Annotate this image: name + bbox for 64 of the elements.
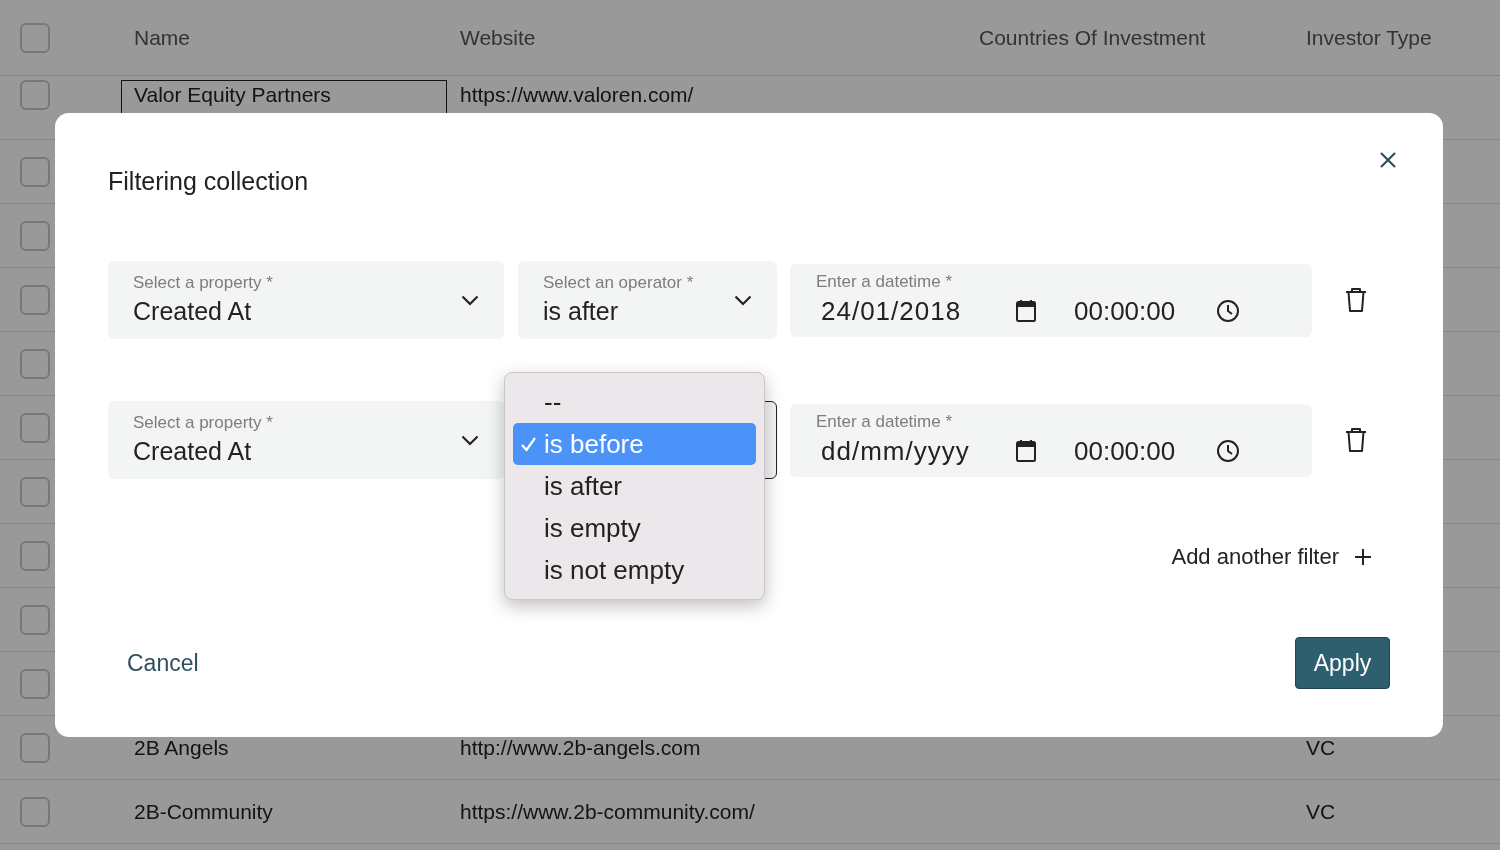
checkbox[interactable] xyxy=(20,220,50,251)
clock-icon[interactable] xyxy=(1216,299,1240,323)
chevron-down-icon xyxy=(461,294,479,306)
field-label: Enter a datetime * xyxy=(816,271,954,293)
plus-icon xyxy=(1354,547,1372,566)
table-cell-text: 2B Angels xyxy=(134,734,229,761)
add-filter-button[interactable]: Add another filter xyxy=(1171,540,1372,573)
calendar-icon[interactable] xyxy=(1015,439,1037,463)
table-cell: VC xyxy=(1306,799,1336,823)
field-label: Select a property * xyxy=(133,412,273,434)
checkbox[interactable] xyxy=(20,796,50,827)
option-label: is empty xyxy=(544,511,641,545)
dialog-title: Filtering collection xyxy=(108,166,309,197)
select-value: Created At xyxy=(133,296,253,327)
datetime-field[interactable]: Enter a datetime * dd/mm/yyyy 00:00:00 xyxy=(790,403,1312,477)
table-cell: https://www.valoren.com/ xyxy=(460,83,694,106)
option-label: is before xyxy=(544,427,644,461)
table-cell-text: 2B-Community xyxy=(134,798,273,825)
checkbox[interactable] xyxy=(20,156,50,187)
checkbox[interactable] xyxy=(20,604,50,635)
datetime-field[interactable]: Enter a datetime * 24/01/2018 00:00:00 xyxy=(790,263,1312,337)
field-label: Select a property * xyxy=(133,272,273,294)
calendar-icon[interactable] xyxy=(1015,299,1037,323)
clock-icon[interactable] xyxy=(1216,439,1240,463)
select-value: Created At xyxy=(133,436,253,467)
property-select[interactable]: Select a property * Created At xyxy=(108,261,504,339)
close-icon xyxy=(1379,151,1397,169)
dropdown-option[interactable]: is empty xyxy=(513,507,756,549)
apply-button[interactable]: Apply xyxy=(1295,637,1390,689)
property-select[interactable]: Select a property * Created At xyxy=(108,401,504,479)
checkbox[interactable] xyxy=(20,476,50,507)
option-label: -- xyxy=(544,385,562,419)
checkbox[interactable] xyxy=(20,668,50,699)
field-label: Enter a datetime * xyxy=(816,411,954,433)
dropdown-option[interactable]: is not empty xyxy=(513,549,756,591)
table-cell: http://www.2b-angels.com xyxy=(460,735,701,759)
chevron-down-icon xyxy=(734,294,752,306)
column-header[interactable]: Website xyxy=(460,25,536,49)
operator-select[interactable]: Select an operator * is after xyxy=(518,261,777,339)
select-value: is after xyxy=(543,296,620,327)
option-label: is after xyxy=(544,469,623,503)
checkbox[interactable] xyxy=(20,348,50,379)
table-cell: VC xyxy=(1306,735,1336,759)
checkbox[interactable] xyxy=(20,412,50,443)
checkbox[interactable] xyxy=(20,540,50,571)
date-value[interactable]: 24/01/2018 xyxy=(816,291,1015,331)
dropdown-option[interactable]: is after xyxy=(513,465,756,507)
field-label: Select an operator * xyxy=(543,272,694,294)
table-cell: https://www.2b-community.com/ xyxy=(460,799,755,823)
time-value[interactable]: 00:00:00 xyxy=(1074,291,1216,331)
time-value[interactable]: 00:00:00 xyxy=(1074,431,1216,471)
column-header[interactable]: Investor Type xyxy=(1306,25,1432,49)
checkbox[interactable] xyxy=(20,284,50,315)
check-icon xyxy=(520,436,537,452)
cancel-button[interactable]: Cancel xyxy=(127,645,199,681)
dropdown-option[interactable]: -- xyxy=(513,381,756,423)
checkbox[interactable] xyxy=(20,22,50,53)
checkbox[interactable] xyxy=(20,80,50,110)
date-value[interactable]: dd/mm/yyyy xyxy=(816,431,1015,471)
column-header[interactable]: Countries Of Investment xyxy=(979,25,1206,49)
column-header[interactable]: Name xyxy=(134,25,191,49)
checkbox[interactable] xyxy=(20,732,50,763)
option-label: is not empty xyxy=(544,553,685,587)
chevron-down-icon xyxy=(461,434,479,446)
